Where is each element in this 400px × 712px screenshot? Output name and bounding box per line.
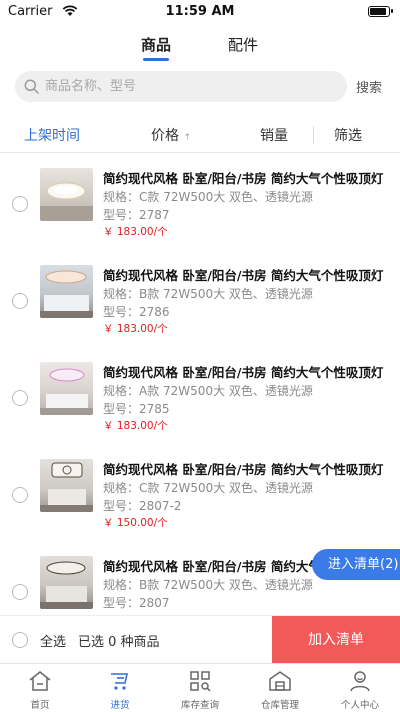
- product-row[interactable]: 简约现代风格 卧室/阳台/书房 简约大气个性吸顶灯 规格：C款 72W500大 …: [0, 444, 400, 542]
- tab-accessories[interactable]: 配件: [203, 34, 283, 55]
- product-image: [40, 168, 93, 221]
- view-list-button[interactable]: 进入清单(2): [312, 549, 400, 580]
- product-spec: 规格：C款 72W500大 双色、透镜光源: [103, 190, 314, 204]
- product-image: [40, 362, 93, 415]
- tabbar-item-purchase[interactable]: 进货: [80, 664, 160, 712]
- bottom-tab-bar: 首页 进货 库存查询 仓库管理 个人中心: [0, 663, 400, 712]
- top-tabs: 商品 配件: [0, 30, 400, 66]
- product-model: 型号：2786: [103, 305, 170, 319]
- inventory-icon: [190, 671, 211, 692]
- product-name: 简约现代风格 卧室/阳台/书房 简约大气个性吸顶灯: [103, 365, 384, 380]
- product-spec: 规格：B款 72W500大 双色、透镜光源: [103, 578, 313, 592]
- product-price: ￥ 183.00/个: [103, 323, 168, 335]
- product-checkbox[interactable]: [12, 584, 28, 600]
- selection-action-bar: 全选 已选 0 种商品 加入清单: [0, 615, 400, 664]
- tabbar-item-home[interactable]: 首页: [0, 664, 80, 712]
- product-row[interactable]: 简约现代风格 卧室/阳台/书房 简约大气个性吸顶灯 规格：A款 72W500大 …: [0, 347, 400, 445]
- product-checkbox[interactable]: [12, 390, 28, 406]
- product-model: 型号：2807-2: [103, 499, 182, 513]
- home-icon: [29, 671, 51, 691]
- tabbar-item-inventory[interactable]: 库存查询: [160, 664, 240, 712]
- active-tab-indicator: [143, 58, 169, 61]
- product-price: ￥ 150.00/个: [103, 517, 168, 529]
- product-image: [40, 459, 93, 512]
- product-checkbox[interactable]: [12, 487, 28, 503]
- product-spec: 规格：B款 72W500大 双色、透镜光源: [103, 287, 313, 301]
- tabbar-label: 库存查询: [180, 700, 219, 711]
- product-row[interactable]: 简约现代风格 卧室/阳台/书房 简约大气个性吸顶灯 规格：C款 72W500大 …: [0, 153, 400, 251]
- product-name: 简约现代风格 卧室/阳台/书房 简约大气个性吸顶灯: [103, 171, 384, 186]
- sort-by-listing-time[interactable]: 上架时间: [24, 125, 80, 145]
- status-bar: Carrier 11:59 AM: [0, 0, 400, 22]
- user-icon: [350, 671, 370, 692]
- sort-bar: 上架时间 价格 ⇡ 销量 筛选: [0, 118, 400, 153]
- cart-icon: [111, 673, 128, 690]
- search-box: [15, 71, 347, 102]
- tabbar-item-profile[interactable]: 个人中心: [320, 664, 400, 712]
- tabbar-item-warehouse[interactable]: 仓库管理: [240, 664, 320, 712]
- tabbar-label: 仓库管理: [260, 700, 299, 711]
- product-checkbox[interactable]: [12, 196, 28, 212]
- product-name: 简约现代风格 卧室/阳台/书房 简约大气个性吸顶灯: [103, 462, 384, 477]
- sort-arrow-icon: ⇡: [183, 133, 191, 143]
- select-all-label[interactable]: 全选: [40, 631, 66, 650]
- tab-products[interactable]: 商品: [116, 34, 196, 55]
- product-spec: 规格：C款 72W500大 双色、透镜光源: [103, 481, 314, 495]
- search-icon: [24, 79, 39, 94]
- sort-by-price[interactable]: 价格 ⇡: [151, 125, 191, 145]
- product-model: 型号：2785: [103, 402, 170, 416]
- sort-price-label: 价格: [151, 128, 179, 144]
- product-checkbox[interactable]: [12, 293, 28, 309]
- sort-divider: [313, 126, 314, 144]
- product-model: 型号：2807: [103, 596, 170, 610]
- add-to-list-button[interactable]: 加入清单: [272, 616, 400, 664]
- search-input[interactable]: [45, 71, 335, 102]
- product-list: 简约现代风格 卧室/阳台/书房 简约大气个性吸顶灯 规格：C款 72W500大 …: [0, 153, 400, 615]
- product-price: ￥ 183.00/个: [103, 226, 168, 238]
- product-model: 型号：2787: [103, 208, 170, 222]
- battery-icon: [368, 6, 393, 17]
- tabbar-label: 个人中心: [340, 700, 379, 711]
- sort-by-sales[interactable]: 销量: [260, 125, 288, 145]
- product-row[interactable]: 简约现代风格 卧室/阳台/书房 简约大气个性吸顶灯 规格：B款 72W500大 …: [0, 250, 400, 348]
- product-image: [40, 556, 93, 609]
- product-name: 简约现代风格 卧室/阳台/书房 简约大气个性吸顶灯: [103, 268, 384, 283]
- product-image: [40, 265, 93, 318]
- search-button[interactable]: 搜索: [356, 77, 382, 96]
- selected-count: 已选 0 种商品: [78, 635, 160, 650]
- tabbar-label: 首页: [30, 700, 50, 711]
- status-time: 11:59 AM: [165, 4, 235, 19]
- tabbar-label: 进货: [110, 700, 130, 711]
- warehouse-icon: [269, 671, 291, 691]
- product-price: ￥ 183.00/个: [103, 420, 168, 432]
- filter-button[interactable]: 筛选: [334, 125, 362, 145]
- select-all-checkbox[interactable]: [12, 632, 28, 648]
- product-spec: 规格：A款 72W500大 双色、透镜光源: [103, 384, 313, 398]
